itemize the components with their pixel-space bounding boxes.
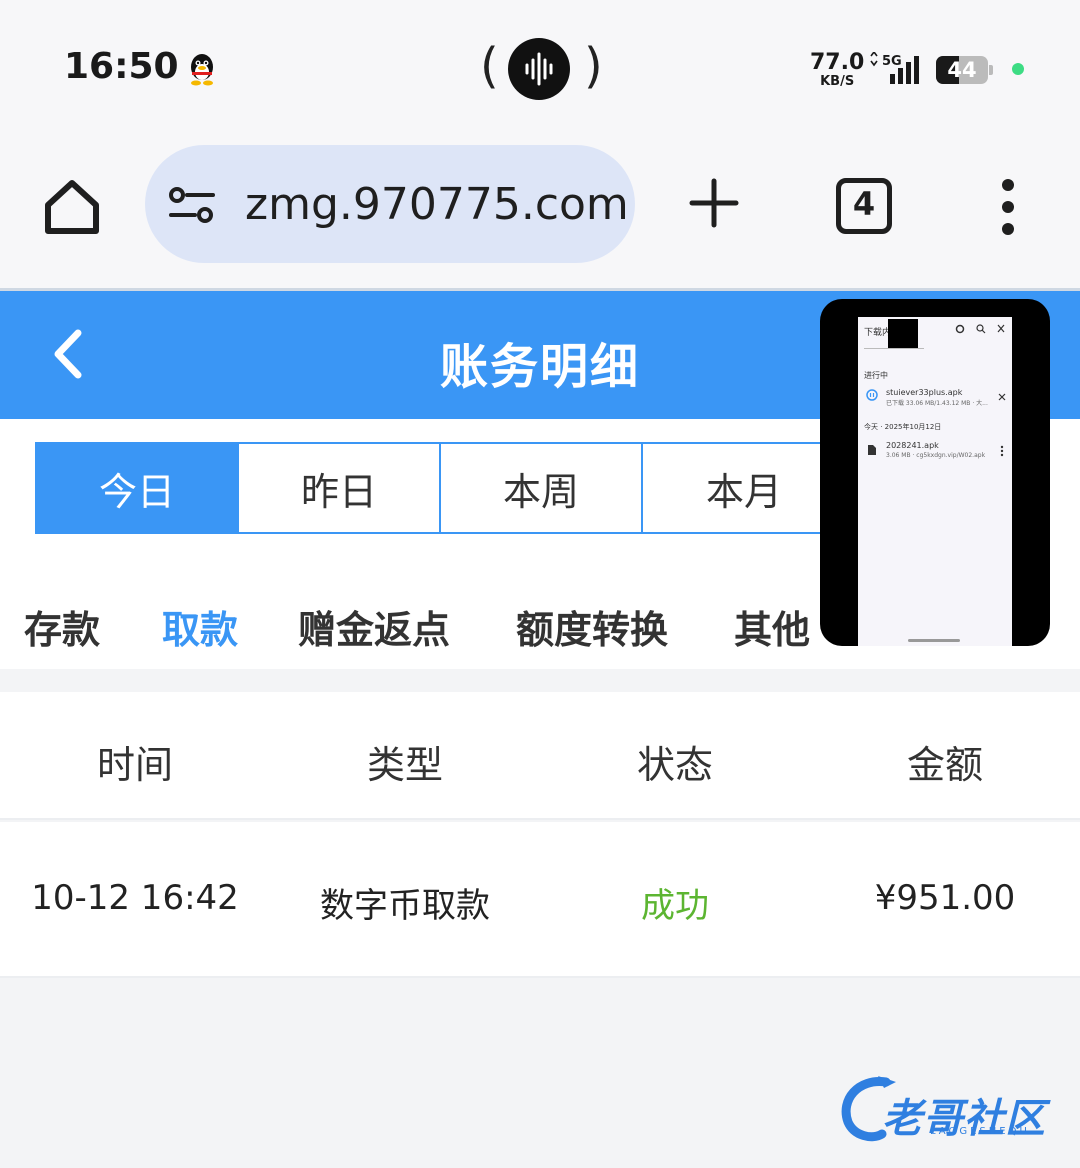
- browser-toolbar: zmg.970775.com 4: [0, 135, 1080, 290]
- more-menu-icon[interactable]: [990, 175, 1026, 239]
- cell-type: 数字币取款: [320, 886, 490, 926]
- pip-file2-name: 2028241.apk: [886, 441, 939, 450]
- pip-file2-meta: 3.06 MB · cg5kxdgn.vip/W02.apk: [886, 452, 986, 459]
- signal-5g-icon: 5G: [870, 52, 919, 84]
- cell-amount: ¥951.00: [874, 878, 1016, 918]
- network-speed-unit: KB/S: [820, 74, 855, 89]
- site-settings-icon[interactable]: [167, 185, 217, 225]
- island-bracket-left: (: [480, 38, 499, 94]
- column-header-type: 类型: [366, 743, 443, 787]
- tab-credit-transfer[interactable]: 额度转换: [516, 599, 668, 654]
- cell-time: 10-12 16:42: [31, 878, 239, 918]
- network-speed: 77.0 KB/S: [810, 50, 865, 89]
- pip-divider: [864, 348, 924, 349]
- pip-title: 下载内: [864, 328, 892, 338]
- watermark-logo: 老哥社区 LAOGESHEQU: [838, 1072, 1068, 1144]
- tab-bonus-rebate[interactable]: 赠金返点: [298, 599, 450, 654]
- pip-file-icon: [868, 445, 876, 455]
- pip-file1-meta: 已下载 33.06 MB/1.43.12 MB · 大...: [886, 400, 988, 407]
- table-header: 时间 类型 状态 金额: [0, 692, 1080, 820]
- cell-status: 成功: [641, 886, 709, 926]
- tab-switcher-button[interactable]: 4: [836, 178, 892, 234]
- voice-assistant-icon: [508, 38, 570, 100]
- pip-cancel-icon: [998, 393, 1006, 401]
- privacy-indicator-dot: [1012, 63, 1024, 75]
- new-tab-icon[interactable]: [686, 175, 742, 231]
- battery-icon: 44: [936, 56, 994, 84]
- table-row[interactable]: 10-12 16:42 数字币取款 成功 ¥951.00: [0, 822, 1080, 978]
- status-time: 16:50: [64, 46, 179, 87]
- pip-redaction: [888, 319, 918, 349]
- home-icon[interactable]: [40, 175, 104, 239]
- pip-file2-menu-icon: [1000, 445, 1004, 457]
- period-tab-group: 今日 昨日 本周 本月: [35, 442, 847, 534]
- tab-today[interactable]: 今日: [37, 444, 239, 532]
- watermark-subtitle: LAOGESHEQU: [930, 1126, 1030, 1137]
- column-header-time: 时间: [96, 743, 173, 787]
- tab-other[interactable]: 其他: [734, 599, 810, 654]
- tab-this-month[interactable]: 本月: [643, 444, 845, 532]
- tab-yesterday[interactable]: 昨日: [239, 444, 441, 532]
- picture-in-picture-window[interactable]: 下载内 进行中 stuiever33plus.apk 已下载 33.06 MB/…: [820, 299, 1050, 646]
- qq-notification-icon: [191, 54, 213, 86]
- pip-section-label: 进行中: [864, 371, 888, 380]
- tab-deposit[interactable]: 存款: [24, 599, 100, 654]
- pip-downloads-screen: 下载内 进行中 stuiever33plus.apk 已下载 33.06 MB/…: [858, 317, 1012, 646]
- network-type-label: 5G: [882, 54, 902, 69]
- column-header-status: 状态: [636, 743, 713, 787]
- pip-download-progress-icon: [866, 389, 878, 401]
- pip-date-label: 今天 · 2025年10月12日: [864, 423, 942, 431]
- pip-toolbar-icons: [955, 324, 1005, 334]
- pip-gesture-handle: [908, 639, 960, 642]
- network-speed-value: 77.0: [810, 50, 865, 75]
- pip-file1-name: stuiever33plus.apk: [886, 388, 963, 397]
- battery-level: 44: [947, 58, 977, 82]
- url-text[interactable]: zmg.970775.com: [245, 179, 629, 230]
- column-header-amount: 金额: [906, 743, 983, 787]
- tab-count: 4: [852, 185, 876, 223]
- tab-this-week[interactable]: 本周: [441, 444, 643, 532]
- tab-withdrawal[interactable]: 取款: [162, 599, 238, 654]
- dynamic-island[interactable]: ( ): [480, 36, 603, 102]
- address-bar[interactable]: zmg.970775.com: [145, 145, 635, 263]
- island-bracket-right: ): [584, 38, 603, 94]
- status-bar: 16:50 ( ) 77.0 KB/S 5G 44: [0, 0, 1080, 135]
